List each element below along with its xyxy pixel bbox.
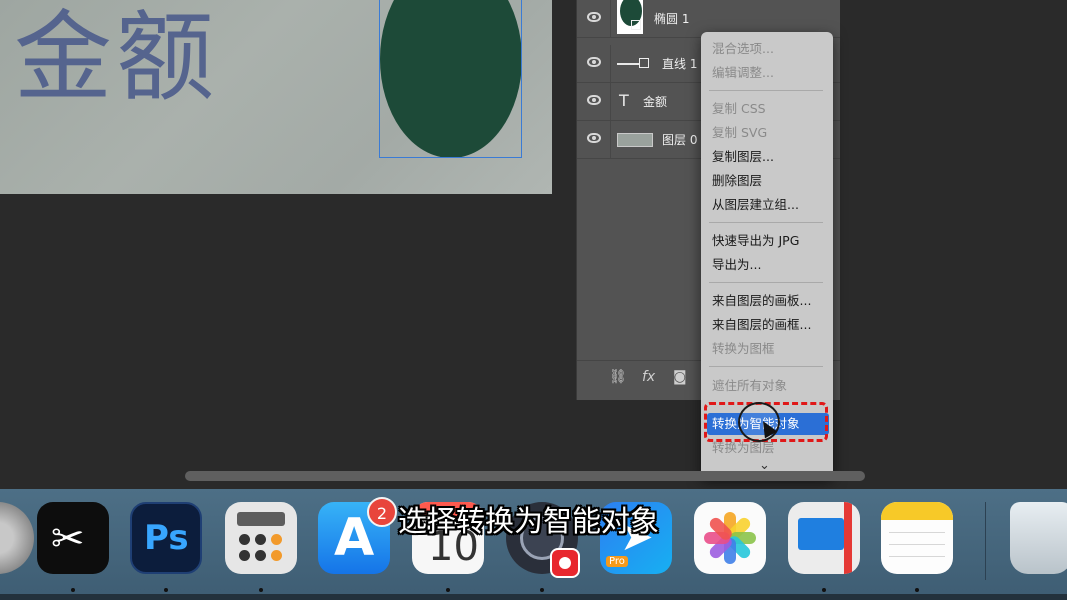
link-icon[interactable]: ⛓ <box>609 369 627 385</box>
divider <box>610 0 611 37</box>
running-indicator <box>259 588 263 592</box>
menu-item-quick-export-jpg[interactable]: 快速导出为 JPG <box>701 230 833 252</box>
trash-icon[interactable] <box>1010 502 1067 574</box>
calculator-key <box>255 534 266 545</box>
layer-name: 椭圆 1 <box>654 12 690 26</box>
menu-item-artboard-from-layers[interactable]: 来自图层的画板... <box>701 290 833 312</box>
notes-line <box>889 556 945 557</box>
layer-thumbnail <box>617 133 653 147</box>
dock-bottom-edge <box>0 594 1067 600</box>
menu-item-convert-to-frame[interactable]: 转换为图框 <box>701 338 833 360</box>
text-layer-icon: T <box>619 91 629 110</box>
photoshop-logo: Ps <box>144 518 189 558</box>
shape-layer-badge-icon <box>639 58 649 68</box>
visibility-eye-icon[interactable] <box>587 133 601 143</box>
menu-separator <box>709 282 823 283</box>
running-indicator <box>540 588 544 592</box>
fx-icon[interactable]: fx <box>642 369 655 385</box>
running-indicator <box>446 588 450 592</box>
canvas-text-layer: 金额 <box>14 1 219 115</box>
visibility-eye-icon[interactable] <box>587 57 601 67</box>
notes-app-icon[interactable] <box>881 502 953 574</box>
menu-item-mask-all-objects[interactable]: 遮住所有对象 <box>701 375 833 397</box>
menu-item-frame-from-layers[interactable]: 来自图层的画框... <box>701 314 833 336</box>
calculator-key <box>271 534 282 545</box>
brand-stripe <box>844 502 852 574</box>
horizontal-scrollbar[interactable] <box>185 471 865 481</box>
calculator-key <box>239 534 250 545</box>
menu-item-blending-options[interactable]: 混合选项... <box>701 38 833 60</box>
menu-item-edit-adjustment[interactable]: 编辑调整... <box>701 62 833 84</box>
running-indicator <box>164 588 168 592</box>
recording-indicator-icon <box>550 548 580 578</box>
running-indicator <box>71 588 75 592</box>
notification-badge: 2 <box>367 497 397 527</box>
pro-label: Pro <box>606 556 628 567</box>
divider <box>610 121 611 158</box>
shape-layer-badge-icon <box>631 20 641 30</box>
running-indicator <box>915 588 919 592</box>
mask-icon[interactable]: ◙ <box>673 369 687 385</box>
calculator-key <box>239 550 250 561</box>
video-subtitle: 选择转换为智能对象 <box>398 504 660 538</box>
visibility-eye-icon[interactable] <box>587 95 601 105</box>
menu-item-delete-layer[interactable]: 删除图层 <box>701 170 833 192</box>
divider <box>610 83 611 120</box>
record-dot <box>559 557 571 569</box>
running-indicator <box>822 588 826 592</box>
calculator-key <box>271 550 282 561</box>
canvas-document[interactable]: 金额 <box>0 0 552 194</box>
photos-app-icon[interactable] <box>694 502 766 574</box>
layer-thumbnail <box>617 63 639 65</box>
divider <box>610 45 611 82</box>
menu-separator <box>709 90 823 91</box>
remote-desktop-app-icon[interactable] <box>788 502 860 574</box>
layer-name: 直线 1 <box>662 57 698 71</box>
menu-item-export-as[interactable]: 导出为... <box>701 254 833 276</box>
calculator-key <box>255 550 266 561</box>
canvas-ellipse-shape[interactable] <box>380 0 522 158</box>
monitor-icon <box>798 518 844 550</box>
menu-item-group-from-layers[interactable]: 从图层建立组... <box>701 194 833 216</box>
menu-separator <box>709 222 823 223</box>
visibility-eye-icon[interactable] <box>587 12 601 22</box>
menu-separator <box>709 366 823 367</box>
menu-item-duplicate-layer[interactable]: 复制图层... <box>701 146 833 168</box>
capcut-logo-icon: ✂ <box>51 516 85 562</box>
notes-line <box>889 532 945 533</box>
calculator-app-icon[interactable] <box>225 502 297 574</box>
menu-item-copy-svg[interactable]: 复制 SVG <box>701 122 833 144</box>
layer-name: 图层 0 <box>662 133 698 147</box>
photoshop-app-icon[interactable]: Ps <box>130 502 202 574</box>
capcut-app-icon[interactable]: ✂ <box>37 502 109 574</box>
dock-divider <box>985 502 986 580</box>
notes-line <box>889 544 945 545</box>
menu-item-copy-css[interactable]: 复制 CSS <box>701 98 833 120</box>
layer-name: 金额 <box>643 95 668 109</box>
notes-header <box>881 502 953 520</box>
calculator-display <box>237 512 285 526</box>
